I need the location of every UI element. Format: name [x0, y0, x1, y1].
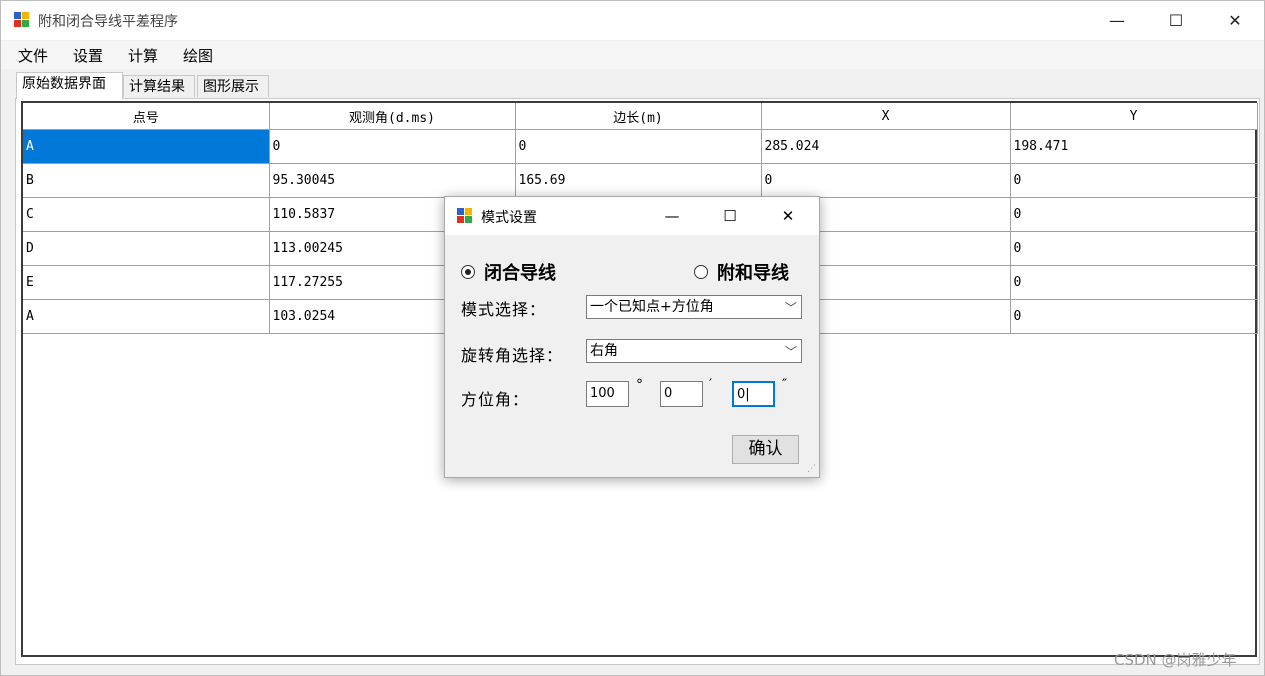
- table-cell[interactable]: 0: [269, 129, 516, 164]
- table-cell[interactable]: 95.30045: [269, 163, 516, 198]
- azimuth-label: 方位角：: [461, 390, 530, 409]
- mode-select[interactable]: 一个已知点+方位角 ﹀: [586, 295, 802, 319]
- table-cell[interactable]: E: [23, 265, 270, 300]
- col-header-length[interactable]: 边长(m): [515, 103, 762, 130]
- close-button[interactable]: ✕: [1212, 1, 1258, 40]
- chevron-down-icon: ﹀: [784, 345, 797, 359]
- table-cell[interactable]: 0: [1010, 299, 1258, 334]
- grid-header-row: 点号 观测角(d.ms) 边长(m) X Y: [23, 103, 1258, 130]
- azimuth-seconds-input[interactable]: 0|: [732, 381, 775, 407]
- table-cell[interactable]: 0: [1010, 231, 1258, 266]
- mode-settings-dialog: 模式设置 — ☐ ✕ 闭合导线 附和导线 模式选择： 一个已知点+方位角 ﹀ 旋…: [444, 196, 820, 478]
- menu-file[interactable]: 文件: [18, 45, 48, 66]
- radio-unselected-icon: [694, 265, 708, 279]
- table-cell[interactable]: 198.471: [1010, 129, 1258, 164]
- table-cell[interactable]: 0: [1010, 265, 1258, 300]
- confirm-button[interactable]: 确认: [732, 435, 799, 464]
- table-cell[interactable]: 0: [1010, 197, 1258, 232]
- second-symbol: ″: [782, 377, 788, 393]
- table-cell[interactable]: C: [23, 197, 270, 232]
- menu-draw[interactable]: 绘图: [183, 45, 213, 66]
- chevron-down-icon: ﹀: [784, 301, 797, 315]
- dialog-maximize-button[interactable]: ☐: [709, 197, 751, 235]
- resize-grip-icon[interactable]: ⋰: [807, 464, 816, 474]
- dialog-title: 模式设置: [481, 210, 537, 226]
- close-icon: ✕: [1228, 11, 1242, 30]
- table-row: A 0 0 285.024 198.471: [23, 129, 1258, 164]
- tab-results[interactable]: 计算结果: [123, 75, 195, 97]
- col-header-y[interactable]: Y: [1010, 103, 1258, 130]
- tab-raw-data[interactable]: 原始数据界面: [16, 72, 123, 99]
- title-bar: 附和闭合导线平差程序 — ☐ ✕: [1, 1, 1264, 40]
- azimuth-degrees-input[interactable]: 100: [586, 381, 629, 407]
- rotation-select-value: 右角: [590, 343, 618, 359]
- azimuth-minutes-input[interactable]: 0: [660, 381, 703, 407]
- table-cell[interactable]: 165.69: [515, 163, 762, 198]
- table-cell[interactable]: A: [23, 129, 270, 164]
- minimize-icon: —: [664, 207, 680, 225]
- menu-settings[interactable]: 设置: [73, 45, 103, 66]
- menu-calculate[interactable]: 计算: [128, 45, 158, 66]
- maximize-icon: ☐: [1168, 11, 1184, 30]
- dialog-close-button[interactable]: ✕: [767, 197, 809, 235]
- col-header-point[interactable]: 点号: [23, 103, 270, 130]
- col-header-angle[interactable]: 观测角(d.ms): [269, 103, 516, 130]
- table-cell[interactable]: 0: [761, 163, 1011, 198]
- close-icon: ✕: [781, 207, 795, 225]
- dialog-app-icon: [457, 208, 473, 224]
- table-row: B 95.30045 165.69 0 0: [23, 163, 1258, 198]
- rotation-label: 旋转角选择：: [461, 346, 564, 365]
- col-header-x[interactable]: X: [761, 103, 1011, 130]
- minute-symbol: ′: [709, 377, 713, 393]
- mode-label: 模式选择：: [461, 300, 547, 319]
- menu-bar: 文件 设置 计算 绘图: [1, 41, 1264, 69]
- radio-closed-label: 闭合导线: [484, 263, 556, 284]
- rotation-select[interactable]: 右角 ﹀: [586, 339, 802, 363]
- minimize-icon: —: [1109, 11, 1125, 30]
- tab-graphics[interactable]: 图形展示: [197, 75, 269, 97]
- table-cell[interactable]: 0: [1010, 163, 1258, 198]
- mode-select-value: 一个已知点+方位角: [590, 299, 714, 315]
- table-cell[interactable]: A: [23, 299, 270, 334]
- radio-selected-icon: [461, 265, 475, 279]
- table-cell[interactable]: 0: [515, 129, 762, 164]
- app-icon: [14, 12, 30, 28]
- table-cell[interactable]: B: [23, 163, 270, 198]
- table-cell[interactable]: 285.024: [761, 129, 1011, 164]
- radio-attached-label: 附和导线: [717, 263, 789, 284]
- table-cell[interactable]: D: [23, 231, 270, 266]
- degree-symbol: °: [636, 377, 643, 393]
- maximize-button[interactable]: ☐: [1153, 1, 1199, 40]
- dialog-minimize-button[interactable]: —: [651, 197, 693, 235]
- watermark: CSDN @岗雅少年: [1114, 651, 1237, 669]
- minimize-button[interactable]: —: [1094, 1, 1140, 40]
- radio-attached-traverse[interactable]: 附和导线: [694, 259, 789, 285]
- dialog-title-bar: 模式设置 — ☐ ✕: [445, 197, 819, 235]
- window-title: 附和闭合导线平差程序: [38, 14, 178, 30]
- maximize-icon: ☐: [723, 207, 737, 225]
- radio-closed-traverse[interactable]: 闭合导线: [461, 259, 556, 285]
